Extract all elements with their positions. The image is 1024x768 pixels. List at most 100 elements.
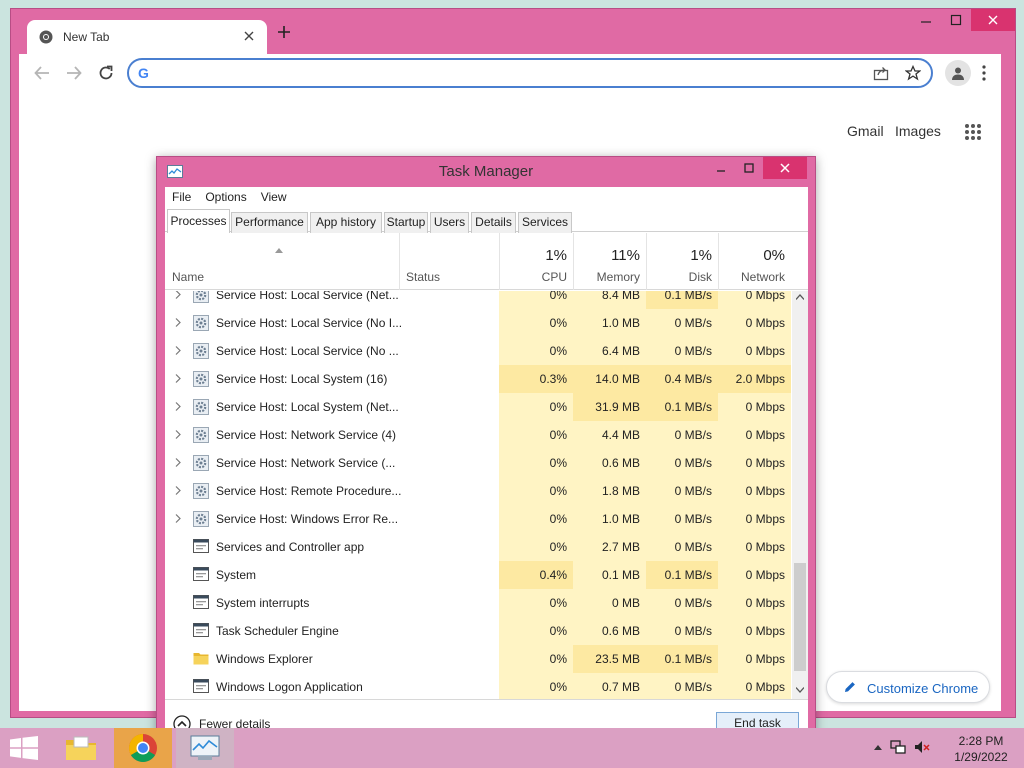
process-row[interactable]: Service Host: Local System (16) 0.3% 14.0 … (165, 365, 791, 393)
google-apps-icon[interactable] (964, 123, 982, 141)
column-memory-header[interactable]: 11% Memory (573, 233, 646, 290)
expand-chevron-icon[interactable] (175, 346, 181, 355)
process-row[interactable]: Task Scheduler Engine 0% 0.6 MB 0 MB/s 0 Mbp… (165, 617, 791, 645)
new-tab-button[interactable] (277, 25, 291, 39)
expand-chevron-icon[interactable] (175, 374, 181, 383)
gmail-link[interactable]: Gmail (847, 123, 884, 139)
profile-avatar-icon[interactable] (945, 60, 971, 86)
close-tab-icon[interactable] (243, 30, 255, 42)
process-network-value: 0 Mbps (718, 561, 791, 589)
menu-file[interactable]: File (165, 187, 198, 209)
expand-chevron-icon[interactable] (175, 318, 181, 327)
process-list-scrollbar[interactable] (792, 291, 808, 699)
process-name: Task Scheduler Engine (216, 624, 339, 638)
taskbar-clock[interactable]: 2:28 PM 1/29/2022 (948, 733, 1014, 765)
process-network-value: 0 Mbps (718, 589, 791, 617)
chrome-window-controls (911, 9, 1015, 35)
process-row[interactable]: Service Host: Local System (Net... 0% 31.9… (165, 393, 791, 421)
tab-details[interactable]: Details (471, 212, 516, 233)
process-row[interactable]: Services and Controller app 0% 2.7 MB 0 MB/… (165, 533, 791, 561)
address-bar[interactable]: G (127, 58, 933, 88)
process-memory-value: 4.4 MB (573, 421, 646, 449)
more-menu-icon[interactable] (981, 65, 987, 81)
gear-icon (193, 343, 209, 359)
expand-chevron-icon[interactable] (175, 291, 181, 299)
process-row[interactable]: Service Host: Local Service (Net... 0% 8.4… (165, 291, 791, 309)
share-icon[interactable] (873, 65, 889, 81)
process-disk-value: 0 MB/s (646, 673, 718, 699)
maximize-button[interactable] (941, 9, 971, 31)
volume-muted-icon[interactable] (914, 740, 930, 754)
tab-services[interactable]: Services (518, 212, 572, 233)
expand-chevron-icon[interactable] (175, 430, 181, 439)
process-row[interactable]: Service Host: Local Service (No ... 0% 6.4… (165, 337, 791, 365)
process-disk-value: 0.1 MB/s (646, 645, 718, 673)
process-row[interactable]: Windows Explorer 0% 23.5 MB 0.1 MB/s 0 Mbps (165, 645, 791, 673)
process-memory-value: 14.0 MB (573, 365, 646, 393)
process-disk-value: 0.1 MB/s (646, 291, 718, 309)
network-icon[interactable] (890, 740, 906, 754)
tab-app-history[interactable]: App history (310, 212, 382, 233)
show-hidden-icons-chevron-icon[interactable] (874, 744, 882, 750)
taskbar-task-manager[interactable] (176, 728, 234, 768)
column-cpu-header[interactable]: 1% CPU (499, 233, 573, 290)
menu-options[interactable]: Options (198, 187, 253, 209)
tab-users[interactable]: Users (430, 212, 469, 233)
scroll-down-icon[interactable] (796, 687, 804, 693)
expand-chevron-icon[interactable] (175, 458, 181, 467)
process-cpu-value: 0% (499, 337, 573, 365)
process-name: Service Host: Local System (16) (216, 372, 388, 386)
process-row[interactable]: Service Host: Remote Procedure... 0% 1.8 M… (165, 477, 791, 505)
taskbar-chrome[interactable] (114, 728, 172, 768)
tab-performance[interactable]: Performance (231, 212, 308, 233)
tab-title: New Tab (63, 30, 110, 44)
expand-chevron-icon[interactable] (175, 514, 181, 523)
column-disk-header[interactable]: 1% Disk (646, 233, 718, 290)
close-button[interactable] (971, 9, 1015, 31)
taskbar-file-explorer[interactable] (52, 728, 110, 768)
process-row[interactable]: Service Host: Windows Error Re... 0% 1.0 M… (165, 505, 791, 533)
process-network-value: 0 Mbps (718, 477, 791, 505)
process-disk-value: 0 MB/s (646, 477, 718, 505)
tm-close-button[interactable] (763, 157, 807, 179)
process-network-value: 0 Mbps (718, 309, 791, 337)
reload-icon[interactable] (97, 64, 115, 82)
tab-startup[interactable]: Startup (384, 212, 428, 233)
process-row[interactable]: Windows Logon Application 0% 0.7 MB 0 MB/s 0… (165, 673, 791, 699)
process-cpu-value: 0% (499, 589, 573, 617)
tab-new-tab[interactable]: New Tab (27, 20, 267, 54)
process-row[interactable]: Service Host: Network Service (4) 0% 4.4 M… (165, 421, 791, 449)
bookmark-star-icon[interactable] (905, 65, 921, 81)
process-row[interactable]: System 0.4% 0.1 MB 0.1 MB/s 0 Mbps (165, 561, 791, 589)
process-disk-value: 0 MB/s (646, 421, 718, 449)
process-name: Service Host: Windows Error Re... (216, 512, 399, 526)
process-row[interactable]: System interrupts 0% 0 MB 0 MB/s 0 Mbps (165, 589, 791, 617)
column-network-header[interactable]: 0% Network (718, 233, 791, 290)
process-row[interactable]: Service Host: Network Service (... 0% 0.6 … (165, 449, 791, 477)
expand-chevron-icon[interactable] (175, 402, 181, 411)
process-network-value: 0 Mbps (718, 617, 791, 645)
tm-minimize-button[interactable] (707, 157, 735, 179)
back-arrow-icon[interactable] (33, 64, 51, 82)
process-memory-value: 0.7 MB (573, 673, 646, 699)
column-status-cell[interactable]: Status (399, 233, 499, 290)
menu-view[interactable]: View (254, 187, 294, 209)
process-network-value: 2.0 Mbps (718, 365, 791, 393)
minimize-button[interactable] (911, 9, 941, 31)
images-link[interactable]: Images (895, 123, 941, 139)
taskbar: 2:28 PM 1/29/2022 (0, 728, 1024, 768)
app-window-icon (193, 679, 209, 693)
expand-chevron-icon[interactable] (175, 486, 181, 495)
scroll-up-icon[interactable] (796, 294, 804, 300)
process-cpu-value: 0% (499, 309, 573, 337)
tab-processes[interactable]: Processes (167, 209, 230, 233)
process-name: Service Host: Network Service (... (216, 456, 396, 470)
scrollbar-thumb[interactable] (794, 563, 806, 671)
forward-arrow-icon[interactable] (65, 64, 83, 82)
tm-maximize-button[interactable] (735, 157, 763, 179)
process-row[interactable]: Service Host: Local Service (No I... 0% 1.… (165, 309, 791, 337)
process-network-value: 0 Mbps (718, 291, 791, 309)
customize-chrome-button[interactable]: Customize Chrome (826, 671, 990, 703)
windows-start-icon[interactable] (10, 736, 38, 760)
column-name-header[interactable]: Name (172, 270, 204, 284)
